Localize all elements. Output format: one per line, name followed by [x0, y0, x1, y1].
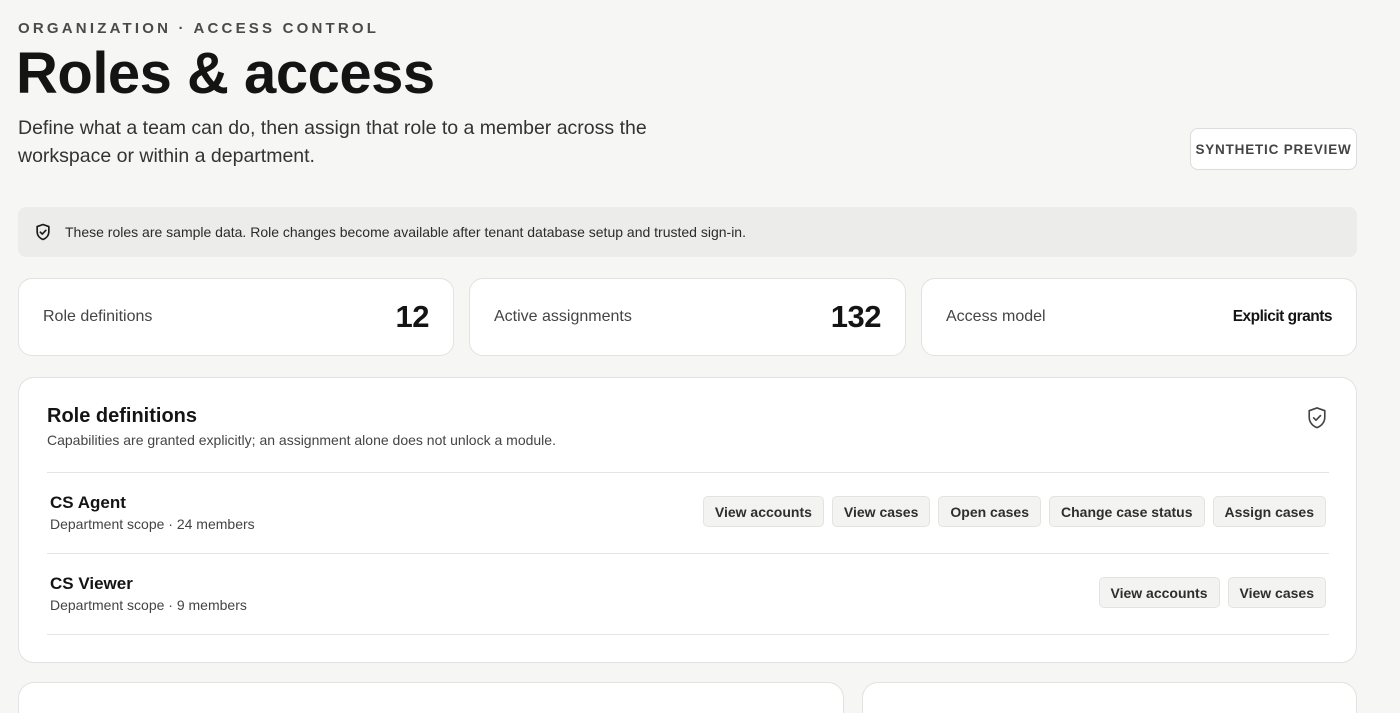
stat-label: Active assignments	[494, 308, 632, 325]
capability-chip[interactable]: View accounts	[702, 496, 824, 527]
stat-value: Explicit grants	[1232, 308, 1333, 325]
capability-chip[interactable]: View cases	[1227, 577, 1326, 608]
panel-title: Role definitions	[47, 405, 197, 427]
stat-value: 12	[395, 299, 430, 334]
role-meta: Department scope · 24 members	[50, 516, 255, 532]
panel-subtitle: Capabilities are granted explicitly; an …	[47, 432, 556, 448]
stat-card-role-definitions: Role definitions 12	[18, 278, 454, 356]
stat-label: Access model	[946, 308, 1046, 325]
shield-check-icon	[33, 222, 53, 242]
notice-text: These roles are sample data. Role change…	[65, 224, 746, 240]
synthetic-preview-button[interactable]: SYNTHETIC PREVIEW	[1190, 128, 1357, 170]
role-name: CS Viewer	[50, 574, 133, 593]
capability-chip[interactable]: View cases	[831, 496, 931, 527]
bottom-card-left	[18, 682, 844, 713]
divider	[47, 634, 1329, 635]
capability-chip[interactable]: Change case status	[1049, 496, 1205, 527]
role-meta: Department scope · 9 members	[50, 597, 247, 613]
capability-chip[interactable]: Assign cases	[1212, 496, 1326, 527]
role-name: CS Agent	[50, 493, 126, 512]
capability-chips: View accounts View cases Open cases Chan…	[702, 496, 1326, 527]
sample-data-notice: These roles are sample data. Role change…	[18, 207, 1357, 257]
stat-value: 132	[830, 299, 882, 334]
capability-chip[interactable]: Open cases	[938, 496, 1041, 527]
shield-check-icon	[1306, 406, 1328, 430]
page-eyebrow: ORGANIZATION · ACCESS CONTROL	[18, 20, 380, 37]
page-subtitle: Define what a team can do, then assign t…	[18, 117, 647, 167]
stat-card-access-model: Access model Explicit grants	[921, 278, 1357, 356]
bottom-card-right	[862, 682, 1357, 713]
stat-label: Role definitions	[43, 308, 153, 325]
role-row-cs-viewer[interactable]: CS Viewer Department scope · 9 members V…	[47, 554, 1329, 634]
page-title: Roles & access	[16, 41, 435, 106]
capability-chips: View accounts View cases	[1098, 577, 1326, 608]
role-definitions-panel: Role definitions Capabilities are grante…	[18, 377, 1357, 663]
role-row-cs-agent[interactable]: CS Agent Department scope · 24 members V…	[47, 473, 1329, 553]
stat-card-active-assignments: Active assignments 132	[469, 278, 906, 356]
capability-chip[interactable]: View accounts	[1098, 577, 1220, 608]
